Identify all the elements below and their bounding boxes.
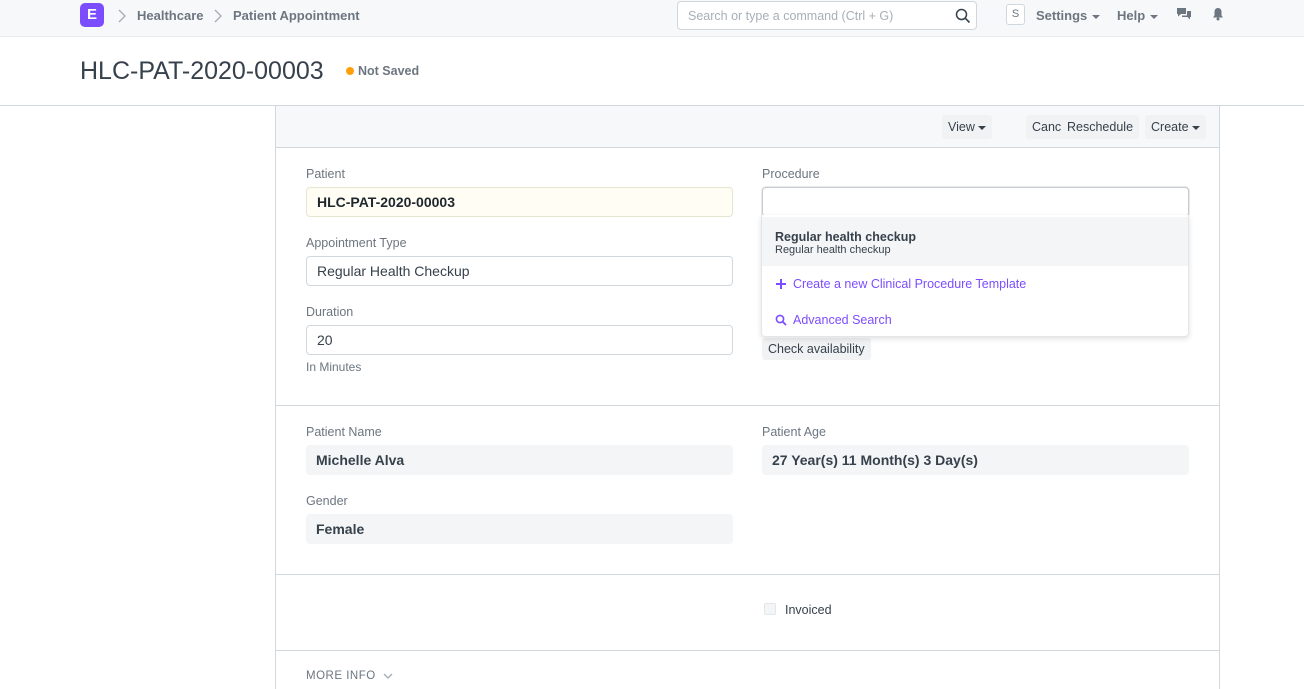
chevron-right-icon bbox=[118, 9, 126, 23]
chat-icon[interactable] bbox=[1176, 7, 1192, 21]
caret-down-icon bbox=[1191, 125, 1200, 130]
check-availability-button[interactable]: Check availability bbox=[762, 338, 871, 360]
duration-label: Duration bbox=[306, 305, 354, 319]
caret-down-icon bbox=[977, 125, 986, 130]
search-placeholder: Search or type a command (Ctrl + G) bbox=[688, 9, 894, 23]
dropdown-option[interactable]: Regular health checkup Regular health ch… bbox=[762, 217, 1188, 266]
create-new-template-link[interactable]: Create a new Clinical Procedure Template bbox=[775, 277, 1026, 291]
advanced-search-link[interactable]: Advanced Search bbox=[775, 313, 892, 327]
help-menu[interactable]: Help bbox=[1117, 8, 1159, 24]
view-label: View bbox=[948, 120, 975, 134]
caret-down-icon bbox=[1092, 14, 1101, 19]
patient-age-label: Patient Age bbox=[762, 425, 826, 439]
procedure-autocomplete-dropdown: Regular health checkup Regular health ch… bbox=[761, 215, 1189, 337]
search-icon bbox=[775, 314, 787, 326]
bell-icon[interactable] bbox=[1212, 7, 1224, 21]
status-badge: Not Saved bbox=[358, 64, 420, 78]
settings-label: Settings bbox=[1036, 8, 1088, 23]
page-head: HLC-PAT-2020-00003 Not Saved bbox=[0, 37, 1304, 106]
status-indicator-dot bbox=[346, 67, 354, 75]
navbar: E Healthcare Patient Appointment Search … bbox=[0, 0, 1304, 37]
invoiced-label: Invoiced bbox=[785, 603, 832, 617]
appointment-type-label: Appointment Type bbox=[306, 236, 407, 250]
duration-help-text: In Minutes bbox=[306, 360, 362, 374]
app-logo[interactable]: E bbox=[80, 3, 104, 27]
section-divider bbox=[276, 405, 1219, 406]
create-label: Create bbox=[1151, 120, 1189, 134]
form-card: View Cancel Reschedule Create Patient HL… bbox=[275, 105, 1220, 689]
patient-age-field: 27 Year(s) 11 Month(s) 3 Day(s) bbox=[762, 445, 1189, 475]
create-button[interactable]: Create bbox=[1145, 115, 1206, 139]
create-new-template-label: Create a new Clinical Procedure Template bbox=[793, 277, 1027, 291]
procedure-input[interactable] bbox=[762, 187, 1189, 217]
page-title: HLC-PAT-2020-00003 bbox=[80, 57, 324, 85]
reschedule-button[interactable]: Reschedule bbox=[1061, 115, 1140, 139]
settings-menu[interactable]: Settings bbox=[1036, 8, 1101, 24]
form-toolbar: View Cancel Reschedule Create bbox=[276, 105, 1219, 148]
breadcrumb-healthcare[interactable]: Healthcare bbox=[137, 8, 203, 24]
patient-field[interactable]: HLC-PAT-2020-00003 bbox=[306, 187, 733, 217]
help-label: Help bbox=[1117, 8, 1146, 23]
search-input[interactable]: Search or type a command (Ctrl + G) bbox=[677, 1, 977, 30]
section-divider bbox=[276, 650, 1219, 651]
dropdown-option-subtitle: Regular health checkup bbox=[775, 244, 891, 256]
gender-field: Female bbox=[306, 514, 733, 544]
caret-down-icon bbox=[1150, 14, 1159, 19]
dropdown-option-title: Regular health checkup bbox=[775, 230, 917, 244]
procedure-label: Procedure bbox=[762, 167, 820, 181]
invoiced-checkbox[interactable] bbox=[764, 603, 776, 615]
patient-name-field: Michelle Alva bbox=[306, 445, 733, 475]
appointment-type-field[interactable]: Regular Health Checkup bbox=[306, 256, 733, 286]
chevron-down-icon[interactable] bbox=[382, 671, 394, 681]
advanced-search-label: Advanced Search bbox=[793, 313, 892, 327]
gender-label: Gender bbox=[306, 494, 348, 508]
patient-name-label: Patient Name bbox=[306, 425, 382, 439]
patient-label: Patient bbox=[306, 167, 345, 181]
section-divider bbox=[276, 574, 1219, 575]
view-button[interactable]: View bbox=[942, 115, 992, 139]
more-info-section-toggle[interactable]: MORE INFO bbox=[306, 670, 376, 682]
chevron-right-icon bbox=[214, 9, 222, 23]
avatar[interactable]: S bbox=[1006, 4, 1025, 25]
duration-field[interactable]: 20 bbox=[306, 325, 733, 355]
breadcrumb-patient-appointment[interactable]: Patient Appointment bbox=[233, 8, 360, 24]
plus-icon bbox=[776, 279, 786, 289]
search-icon bbox=[955, 8, 971, 24]
